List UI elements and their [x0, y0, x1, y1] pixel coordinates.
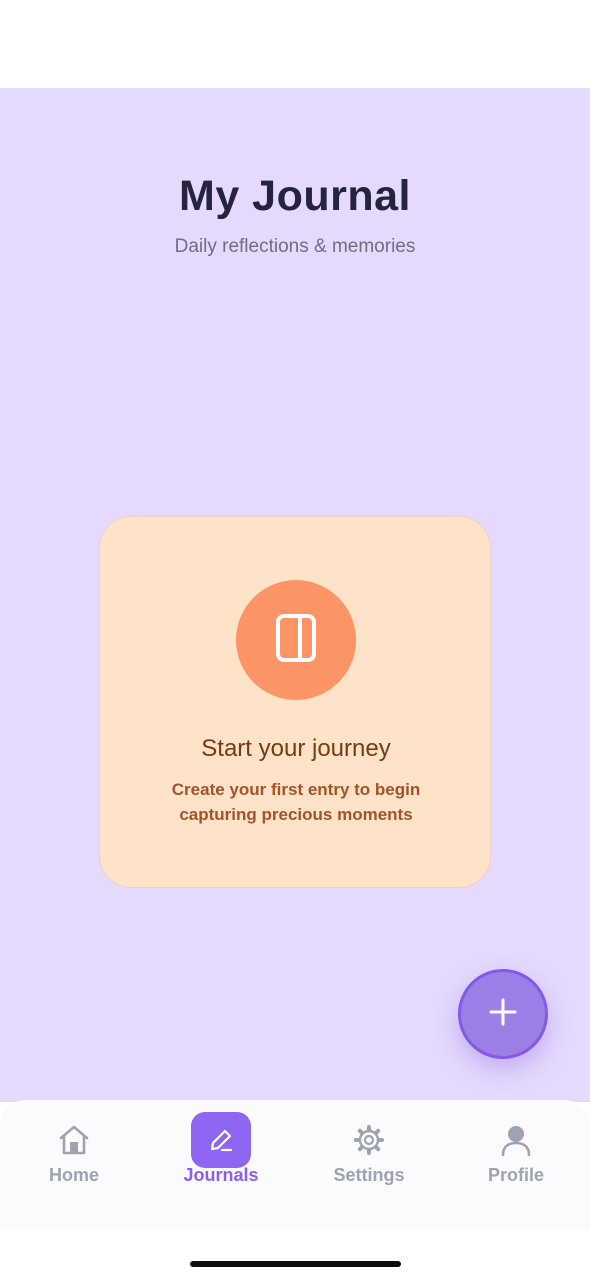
tab-profile-label: Profile — [487, 1165, 544, 1185]
pencil-icon — [191, 1112, 251, 1168]
tab-journals[interactable]: Journals — [147, 1100, 295, 1200]
tab-home[interactable]: Home — [0, 1100, 148, 1200]
plus-icon — [488, 997, 518, 1032]
main-content: My Journal Daily reflections & memories … — [0, 88, 590, 1102]
tab-profile[interactable]: Profile — [442, 1100, 590, 1200]
person-icon — [501, 1124, 531, 1156]
tab-settings-label: Settings — [333, 1165, 405, 1185]
empty-state-card: Start your journey Create your first ent… — [99, 516, 491, 888]
add-entry-button[interactable] — [458, 969, 548, 1059]
book-icon — [276, 613, 316, 667]
home-icon — [57, 1124, 91, 1156]
home-indicator — [190, 1261, 401, 1267]
book-icon-circle — [236, 580, 356, 700]
page-subtitle: Daily reflections & memories — [174, 236, 416, 257]
bottom-safe-area — [0, 1230, 590, 1280]
gear-icon — [353, 1124, 385, 1156]
bottom-tab-bar: Home Journals Settings Profile — [0, 1100, 590, 1230]
empty-state-title: Start your journey — [201, 735, 391, 762]
tab-settings[interactable]: Settings — [295, 1100, 443, 1200]
page-title: My Journal — [179, 172, 411, 220]
tab-journals-label: Journals — [183, 1165, 259, 1185]
tab-home-label: Home — [48, 1165, 99, 1185]
empty-state-message: Create your first entry to begin capturi… — [171, 780, 421, 824]
status-bar-area — [0, 0, 590, 88]
